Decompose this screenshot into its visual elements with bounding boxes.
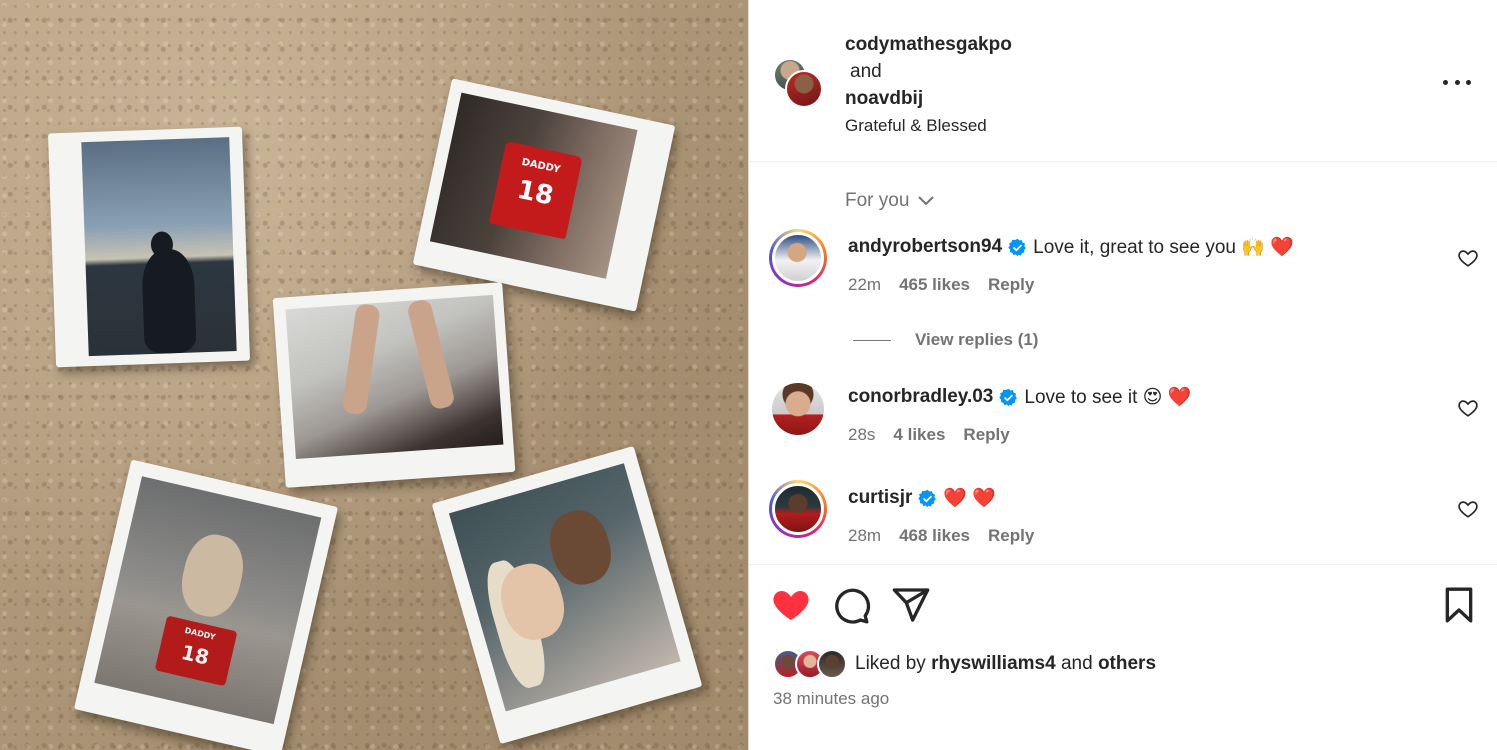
photo-jersey: DADDY 18 bbox=[429, 92, 638, 279]
comment-username[interactable]: andyrobertson94 bbox=[848, 236, 1002, 258]
comment-icon[interactable] bbox=[831, 585, 871, 625]
view-replies-button[interactable]: View replies (1) bbox=[853, 330, 1038, 350]
post-authors: codymathesgakpo and noavdbij Grateful & … bbox=[845, 31, 1012, 139]
collab-avatars[interactable] bbox=[773, 58, 825, 110]
avatar[interactable] bbox=[769, 229, 827, 287]
comment-body: curtisjr ❤️ ❤️ bbox=[848, 486, 996, 510]
comment-username[interactable]: curtisjr bbox=[848, 487, 912, 509]
liked-by-row: Liked by rhyswilliams4 and others bbox=[773, 649, 1156, 679]
author-joiner: and bbox=[850, 61, 882, 82]
liked-by-user[interactable]: rhyswilliams4 bbox=[931, 653, 1056, 674]
avatar[interactable] bbox=[817, 649, 847, 679]
liked-by-others[interactable]: others bbox=[1098, 653, 1156, 674]
avatar[interactable] bbox=[785, 70, 823, 108]
post-header: codymathesgakpo and noavdbij Grateful & … bbox=[749, 0, 1497, 162]
divider-line bbox=[853, 339, 891, 341]
view-replies-label: View replies (1) bbox=[915, 330, 1039, 349]
avatar[interactable] bbox=[772, 383, 824, 435]
polaroid-beach bbox=[272, 282, 516, 488]
heart-outline-icon[interactable] bbox=[1457, 247, 1479, 269]
chevron-down-icon bbox=[918, 196, 935, 206]
comment-likes[interactable]: 465 likes bbox=[899, 275, 970, 295]
post-caption: Grateful & Blessed bbox=[845, 116, 987, 135]
comment-text: Love to see it 😍 ❤️ bbox=[1024, 387, 1192, 408]
baby-shirt: DADDY 18 bbox=[154, 615, 238, 687]
comment-body: andyrobertson94 Love it, great to see yo… bbox=[848, 235, 1294, 259]
heart-outline-icon[interactable] bbox=[1457, 498, 1479, 520]
comments-filter-label: For you bbox=[845, 190, 910, 211]
comment-likes[interactable]: 468 likes bbox=[899, 526, 970, 546]
liked-by-joiner: and bbox=[1060, 653, 1093, 674]
leg-right bbox=[406, 298, 456, 411]
comment-text: Love it, great to see you 🙌 ❤️ bbox=[1033, 237, 1294, 258]
comment-meta: 22m 465 likes Reply bbox=[848, 275, 1034, 295]
photo-beach-feet bbox=[285, 294, 504, 460]
photo-couple bbox=[448, 463, 681, 712]
post-image[interactable]: DADDY 18 DADDY 18 bbox=[0, 0, 748, 750]
more-options-icon[interactable] bbox=[1443, 72, 1471, 92]
action-bar: Liked by rhyswilliams4 and others 38 min… bbox=[749, 564, 1497, 750]
liked-by-prefix: Liked by bbox=[855, 653, 926, 674]
verified-badge-icon bbox=[918, 489, 937, 507]
comment-meta: 28s 4 likes Reply bbox=[848, 425, 1010, 445]
jersey-number: 18 bbox=[514, 174, 557, 212]
heart-filled-icon[interactable] bbox=[771, 585, 811, 625]
comment-meta: 28m 468 likes Reply bbox=[848, 526, 1034, 546]
polaroid-dog: DADDY 18 bbox=[73, 459, 339, 750]
verified-badge-icon bbox=[1008, 238, 1027, 256]
author-username-secondary[interactable]: noavdbij bbox=[845, 85, 1012, 112]
comment-time: 28s bbox=[848, 425, 876, 444]
verified-badge-icon bbox=[999, 388, 1018, 406]
photo-beach-silhouette bbox=[81, 137, 237, 357]
dog bbox=[174, 529, 250, 623]
polaroid-couple bbox=[431, 445, 703, 745]
heart-outline-icon[interactable] bbox=[1457, 397, 1479, 419]
avatar[interactable] bbox=[769, 480, 827, 538]
reply-button[interactable]: Reply bbox=[963, 425, 1009, 445]
comment-body: conorbradley.03 Love to see it 😍 ❤️ bbox=[848, 385, 1191, 409]
polaroid-jersey: DADDY 18 bbox=[412, 78, 676, 312]
post-panel: codymathesgakpo and noavdbij Grateful & … bbox=[748, 0, 1497, 750]
reply-button[interactable]: Reply bbox=[988, 275, 1034, 295]
post-timestamp[interactable]: 38 minutes ago bbox=[773, 689, 889, 709]
reply-button[interactable]: Reply bbox=[988, 526, 1034, 546]
comment-time: 28m bbox=[848, 526, 882, 545]
author-username-primary[interactable]: codymathesgakpo bbox=[845, 31, 1012, 58]
silhouette-figure bbox=[141, 248, 197, 355]
comment-text: ❤️ ❤️ bbox=[943, 488, 997, 509]
comment-likes[interactable]: 4 likes bbox=[893, 425, 945, 445]
leg-left bbox=[341, 303, 381, 416]
paper-plane-icon[interactable] bbox=[891, 585, 931, 625]
comments-filter-dropdown[interactable]: For you bbox=[845, 190, 935, 212]
liked-by-text: Liked by rhyswilliams4 and others bbox=[855, 653, 1156, 675]
photo-dog: DADDY 18 bbox=[94, 476, 322, 725]
comment-time: 22m bbox=[848, 275, 882, 294]
comment-username[interactable]: conorbradley.03 bbox=[848, 386, 993, 408]
polaroid-silhouette bbox=[47, 126, 251, 368]
jersey: DADDY 18 bbox=[488, 141, 583, 240]
bookmark-icon[interactable] bbox=[1439, 585, 1479, 625]
